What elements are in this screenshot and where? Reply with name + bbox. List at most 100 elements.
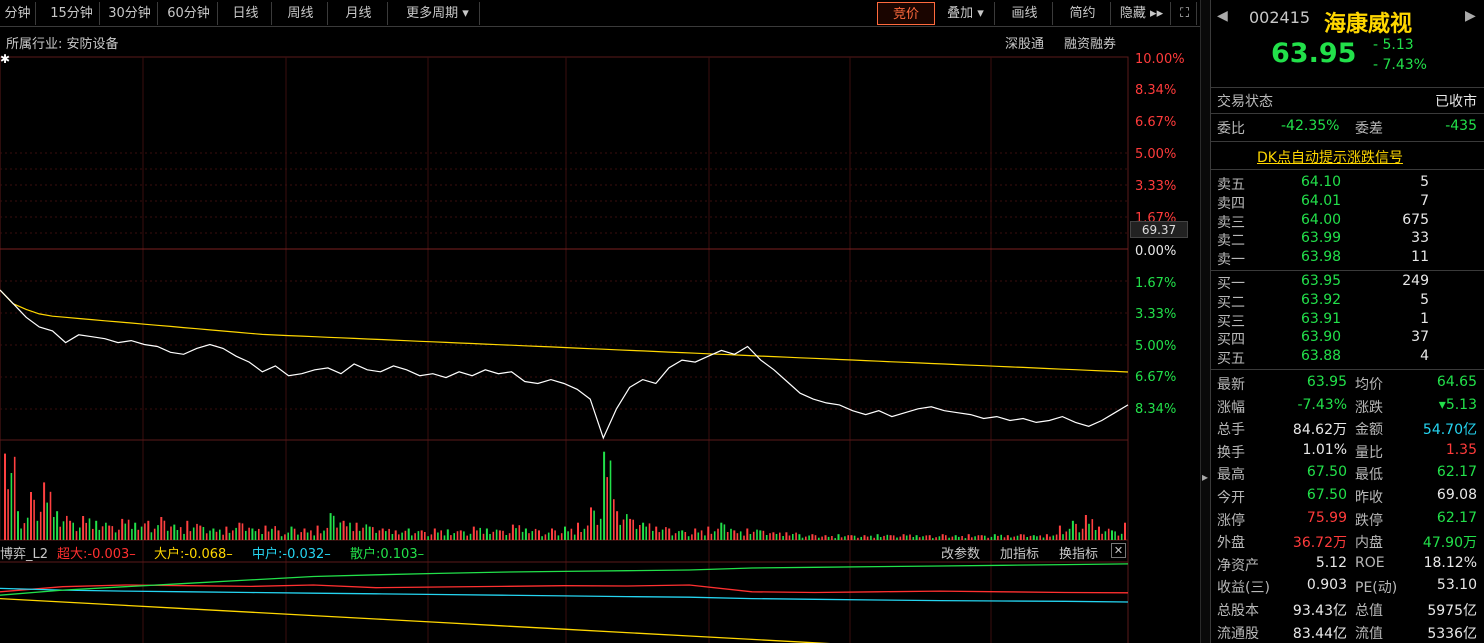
indicator-name[interactable]: 博弈_L2 (0, 543, 48, 562)
y-axis-tick-label: 10.00% (1135, 52, 1185, 67)
panel-splitter[interactable]: ▸ (1200, 0, 1210, 643)
margin-trading-link[interactable]: 融资融券 (1064, 33, 1116, 52)
y-axis-tick-label: 6.67% (1135, 115, 1176, 130)
ask-row[interactable]: 卖一 63.98 11 (1211, 249, 1484, 268)
volume-bar (469, 533, 472, 540)
ask-row[interactable]: 卖二 63.99 33 (1211, 230, 1484, 249)
volume-bar (632, 519, 634, 540)
volume-bar (899, 536, 902, 540)
volume-bar (515, 528, 517, 540)
volume-bar (551, 528, 553, 540)
shengutong-link[interactable]: 深股通 (1005, 33, 1044, 52)
volume-bar (456, 531, 459, 540)
volume-bar (739, 531, 742, 540)
switch-indicator-button[interactable]: 换指标 (1059, 543, 1098, 562)
prev-stock-arrow-icon[interactable]: ◀ (1217, 8, 1228, 24)
stat-label: 涨停 (1217, 512, 1245, 529)
hide-button[interactable]: 隐藏 ▸▸ (1113, 2, 1171, 25)
bid-row[interactable]: 买五 63.88 4 (1211, 348, 1484, 367)
price-line (0, 289, 1129, 440)
ask-price: 64.00 (1301, 211, 1342, 228)
add-indicator-button[interactable]: 加指标 (1000, 543, 1039, 562)
period-15min[interactable]: 15分钟 (44, 2, 100, 25)
volume-bar (528, 533, 530, 540)
volume-bar (674, 533, 677, 540)
period-weekly[interactable]: 周线 (274, 2, 328, 25)
next-stock-arrow-icon[interactable]: ▶ (1465, 8, 1476, 24)
stat-label: 涨跌 (1355, 399, 1383, 416)
volume-bar (922, 536, 924, 540)
flow-line (0, 597, 831, 643)
volume-bar (355, 522, 358, 540)
volume-bar (339, 522, 342, 540)
volume-bar (131, 528, 133, 540)
volume-bar (590, 507, 592, 540)
volume-bar (1084, 515, 1087, 540)
weibi-label: 委比 (1217, 121, 1245, 137)
volume-bar (235, 527, 237, 540)
bid-price: 63.88 (1301, 348, 1342, 365)
volume-bar (1032, 535, 1035, 540)
volume-bar (414, 533, 416, 540)
auction-button[interactable]: 竞价 (877, 2, 935, 25)
volume-bar (723, 524, 726, 540)
volume-bar (186, 520, 189, 540)
volume-bar (1120, 533, 1123, 540)
close-indicator-icon[interactable]: ✕ (1111, 543, 1126, 558)
volume-bar (795, 532, 797, 540)
volume-bar (782, 536, 784, 540)
bid-row[interactable]: 买二 63.92 5 (1211, 292, 1484, 311)
period-toolbar: 分钟 15分钟 30分钟 60分钟 日线 周线 月线 更多周期 ▾ 竞价 叠加 … (0, 0, 1200, 27)
volume-bar (687, 536, 690, 540)
ask-row[interactable]: 卖五 64.10 5 (1211, 174, 1484, 193)
ask-row[interactable]: 卖三 64.00 675 (1211, 212, 1484, 231)
volume-bar (606, 477, 608, 540)
volume-bar (199, 525, 202, 540)
expand-arrow-icon[interactable]: ▸ (1202, 470, 1208, 484)
bid-row[interactable]: 买一 63.95 249 (1211, 273, 1484, 292)
ask-row[interactable]: 卖四 64.01 7 (1211, 193, 1484, 212)
fullscreen-icon[interactable]: ⛶ (1173, 2, 1197, 25)
weicha-value: -435 (1445, 118, 1477, 134)
indicator-retail: 散户:0.103– (350, 547, 425, 562)
change-params-button[interactable]: 改参数 (941, 543, 980, 562)
stat-row: 收益(三) 0.903 PE(动) 53.10 (1211, 577, 1484, 596)
y-axis-tick-label: 6.67% (1135, 370, 1176, 385)
stat-row: 总手 84.62万 金额 54.70亿 (1211, 419, 1484, 438)
volume-bar (928, 535, 931, 540)
volume-bar (62, 521, 65, 540)
volume-bar (954, 535, 957, 540)
volume-bar (323, 530, 325, 540)
volume-bar (476, 530, 478, 540)
volume-bar (53, 517, 55, 540)
volume-bar (717, 528, 719, 540)
volume-bar (277, 530, 280, 540)
period-daily[interactable]: 日线 (220, 2, 272, 25)
stat-label: 内盘 (1355, 535, 1383, 552)
period-30min[interactable]: 30分钟 (102, 2, 158, 25)
dk-signal-link[interactable]: DK点自动提示涨跌信号 (1257, 147, 1403, 167)
avg-price-line (0, 289, 1129, 373)
volume-bar (424, 532, 426, 540)
draw-line-button[interactable]: 画线 (997, 2, 1053, 25)
volume-bar (557, 535, 560, 540)
volume-bar (1107, 528, 1110, 540)
indicator-super: 超大:-0.003– (57, 547, 136, 562)
period-monthly[interactable]: 月线 (330, 2, 388, 25)
bid-row[interactable]: 买三 63.91 1 (1211, 311, 1484, 330)
overlay-dropdown[interactable]: 叠加 ▾ (937, 2, 995, 25)
volume-bar (596, 524, 599, 540)
volume-bar (508, 533, 511, 540)
volume-bar (831, 536, 833, 540)
bid-row[interactable]: 买四 63.90 37 (1211, 329, 1484, 348)
stat-value: 0.903 (1306, 577, 1347, 594)
volume-bar (902, 534, 905, 540)
volume-bar (7, 489, 9, 540)
period-1min[interactable]: 分钟 (0, 2, 36, 25)
ask-label: 卖五 (1217, 177, 1245, 193)
simple-mode-button[interactable]: 简约 (1055, 2, 1111, 25)
more-periods-dropdown[interactable]: 更多周期 ▾ (396, 2, 480, 25)
period-60min[interactable]: 60分钟 (160, 2, 218, 25)
volume-bar (212, 528, 215, 540)
volume-bar (792, 534, 794, 540)
